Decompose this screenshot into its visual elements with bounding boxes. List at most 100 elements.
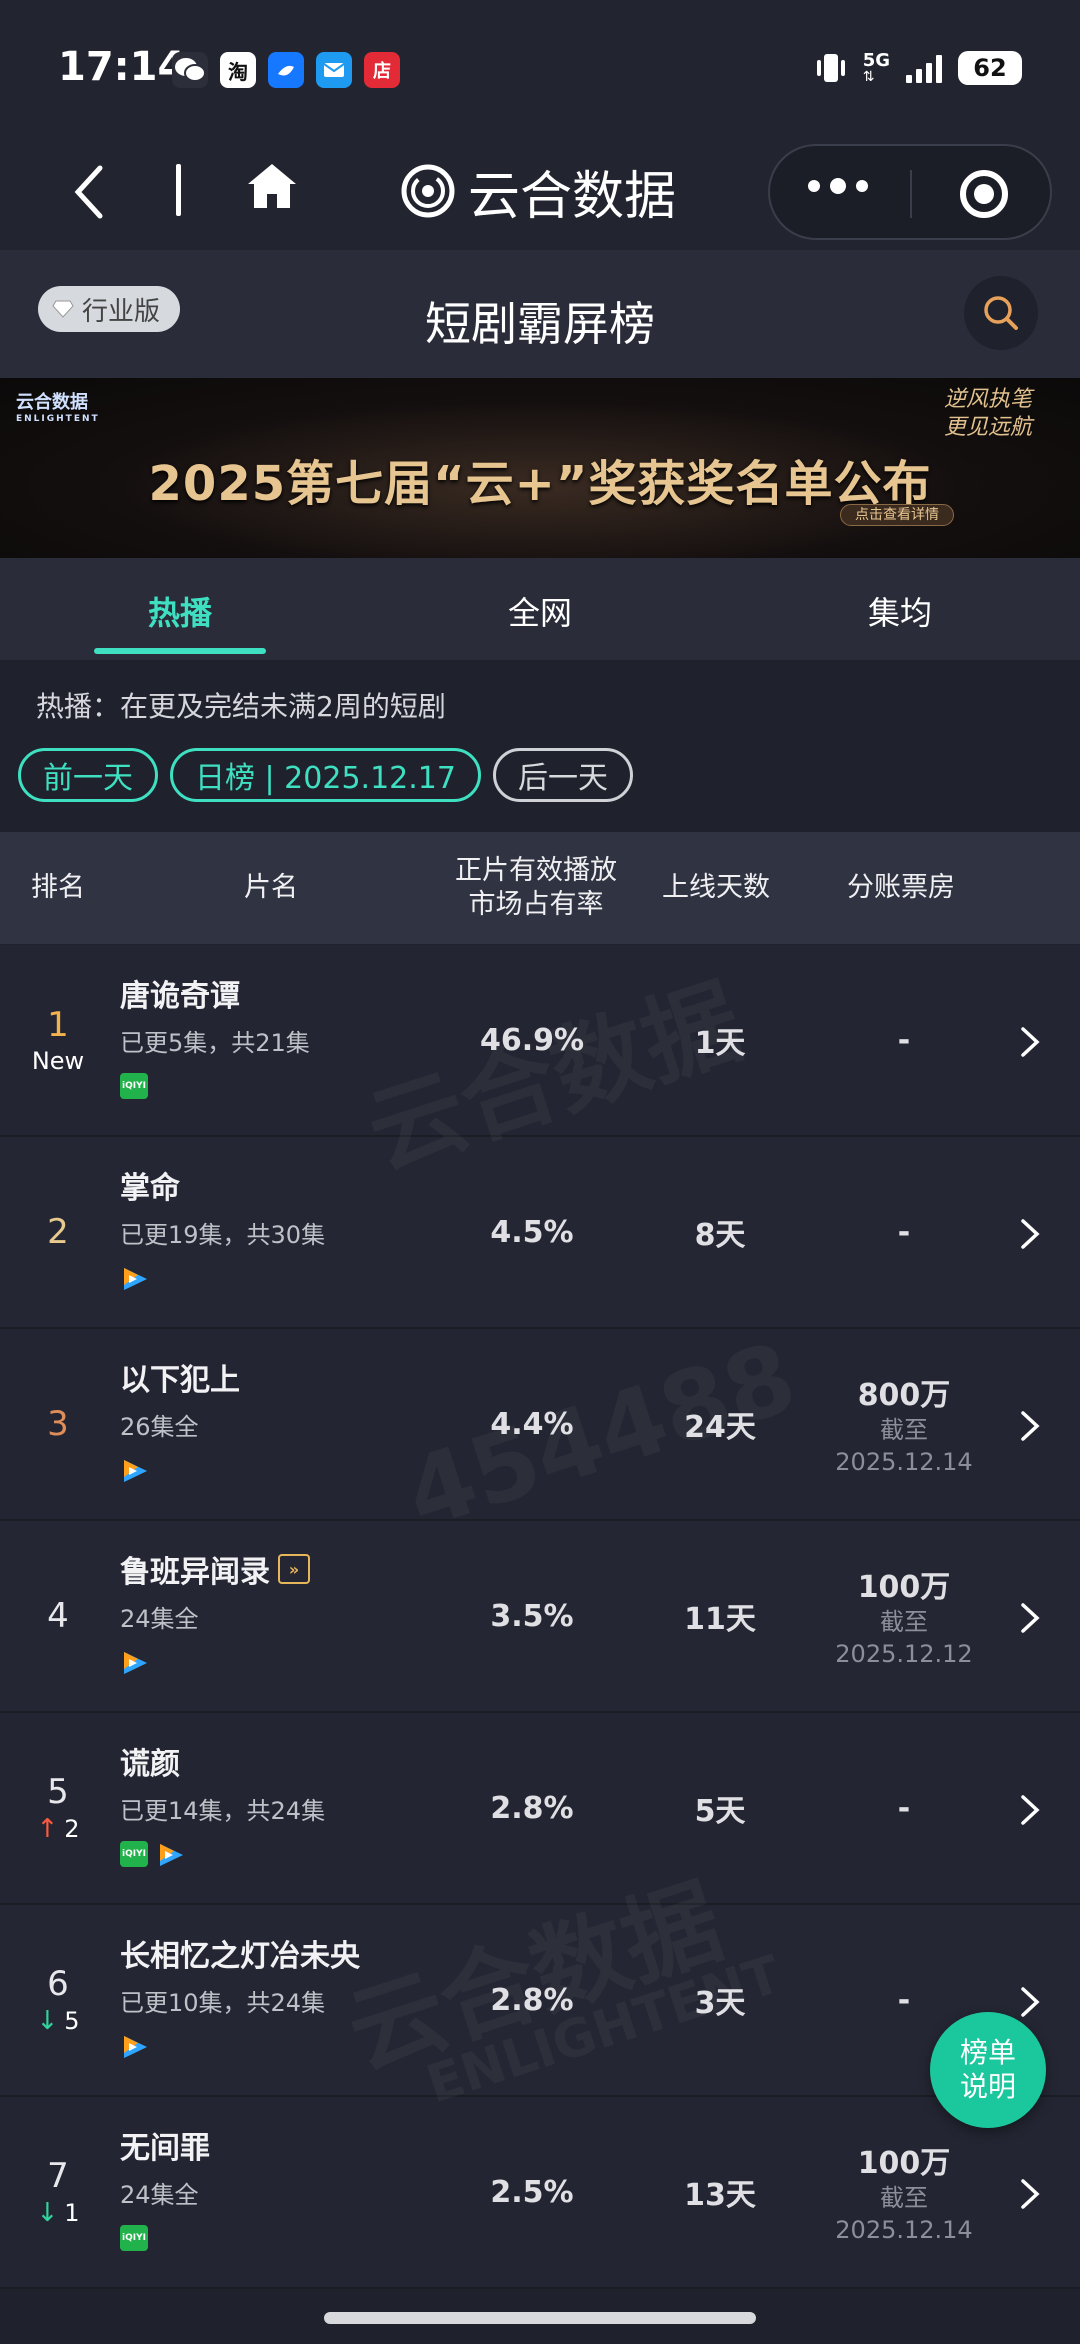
search-icon[interactable]: [964, 276, 1038, 350]
episode-info: 已更14集，共24集: [120, 1797, 326, 1825]
chevron-right-icon[interactable]: [1018, 1985, 1042, 2019]
prev-day-button[interactable]: 前一天: [18, 748, 158, 802]
market-share: 3.5%: [490, 1598, 574, 1634]
market-share: 4.5%: [490, 1214, 574, 1250]
rank-number: 7: [47, 2156, 69, 2196]
date-selector[interactable]: 日榜 | 2025.12.17: [170, 748, 481, 802]
platforms: [120, 1457, 150, 1485]
box-office-cell: 800万 截至 2025.12.14: [835, 1378, 973, 1476]
days-online: 11天: [684, 1602, 756, 1637]
badge-label: 行业版: [82, 296, 161, 327]
table-row[interactable]: 4 鲁班异闻录 » 24集全 3.5% 11天 100万 截至 2025.12.…: [0, 1521, 1080, 1713]
iqiyi-icon: iQIYI: [120, 1841, 148, 1867]
home-indicator[interactable]: [324, 2312, 756, 2324]
rank-change: ↓ 1: [36, 2198, 80, 2228]
rank-cell: 3: [0, 1329, 116, 1519]
tencent-video-icon: [124, 1268, 147, 1290]
drama-title: 长相忆之灯冶未央: [120, 1939, 360, 1974]
list-description: 热播：在更及完结未满2周的短剧: [36, 690, 446, 723]
shop-icon: 店: [364, 52, 400, 88]
close-miniprogram-icon[interactable]: [960, 170, 1008, 218]
rank-number: 5: [47, 1772, 69, 1812]
nav-title-text: 云合数据: [468, 166, 677, 227]
tencent-video-icon: [124, 1652, 147, 1674]
chevron-right-icon[interactable]: [1018, 2177, 1042, 2211]
platforms: [120, 1265, 150, 1293]
more-icon[interactable]: [808, 178, 868, 194]
tab-episode-average[interactable]: 集均: [720, 558, 1080, 660]
episode-info: 26集全: [120, 1413, 199, 1441]
taobao-icon: 淘: [220, 52, 256, 88]
rank-number: 3: [47, 1404, 69, 1444]
table-header: 排名 片名 正片有效播放 市场占有率 上线天数 分账票房: [0, 832, 1080, 944]
float-button-line2: 说明: [959, 2070, 1016, 2103]
chevron-right-icon[interactable]: [1018, 1409, 1042, 1443]
iqiyi-icon: iQIYI: [120, 1073, 148, 1099]
diamond-icon: [52, 300, 74, 318]
wechat-icon: [172, 52, 208, 88]
drama-title: 鲁班异闻录 »: [120, 1547, 310, 1591]
table-row[interactable]: 2 掌命 已更19集，共30集 4.5% 8天 -: [0, 1137, 1080, 1329]
tencent-video-icon: [124, 2036, 147, 2058]
platforms: [120, 1649, 150, 1677]
platforms: iQIYI: [120, 1841, 186, 1869]
iqiyi-icon: iQIYI: [120, 2225, 148, 2251]
banner-logo: 云合数据 ENLIGHTENT: [16, 392, 100, 424]
ranking-list: 1 New 唐诡奇谭 已更5集，共21集 iQIYI 46.9% 1天 - 2 …: [0, 945, 1080, 2289]
arrow-down-icon: ↓: [36, 2006, 59, 2036]
capsule-menu: [768, 144, 1052, 240]
ranking-explanation-button[interactable]: 榜单 说明: [930, 2012, 1046, 2128]
chevron-right-icon[interactable]: [1018, 1793, 1042, 1827]
rank-cell: 2: [0, 1137, 116, 1327]
tab-all-network[interactable]: 全网: [360, 558, 720, 660]
platforms: [120, 2033, 150, 2061]
market-share: 46.9%: [479, 1022, 585, 1058]
home-icon[interactable]: [244, 158, 300, 214]
box-office-cell: -: [897, 1790, 911, 1826]
status-bar: 17:14 淘 店 5G ⇅ 62: [0, 0, 1080, 140]
drama-title: 以下犯上: [120, 1363, 240, 1398]
col-box-office: 分账票房: [847, 872, 955, 903]
back-icon[interactable]: [70, 162, 110, 222]
rank-cell: 7 ↓ 1: [0, 2097, 116, 2287]
table-row[interactable]: 7 ↓ 1 无间罪 24集全 iQIYI 2.5% 13天 100万 截至 202…: [0, 2097, 1080, 2289]
drama-title: 谎颜: [120, 1747, 180, 1782]
chevron-right-icon[interactable]: [1018, 1217, 1042, 1251]
platforms: iQIYI: [120, 2225, 148, 2251]
industry-edition-badge[interactable]: 行业版: [38, 286, 181, 332]
tencent-video-icon: [124, 1460, 147, 1482]
table-row[interactable]: 3 以下犯上 26集全 4.4% 24天 800万 截至 2025.12.14: [0, 1329, 1080, 1521]
market-share: 2.5%: [490, 2174, 574, 2210]
days-online: 8天: [694, 1218, 746, 1253]
table-row[interactable]: 1 New 唐诡奇谭 已更5集，共21集 iQIYI 46.9% 1天 -: [0, 945, 1080, 1137]
exclusive-tag-icon: »: [278, 1554, 310, 1584]
banner-cta[interactable]: 点击查看详情: [840, 504, 954, 526]
float-button-line1: 榜单: [959, 2036, 1016, 2069]
next-day-button[interactable]: 后一天: [492, 748, 633, 802]
drama-title: 唐诡奇谭: [120, 979, 240, 1014]
promo-banner[interactable]: 云合数据 ENLIGHTENT 逆风执笔 更见远航 2025第七届“云+”奖获奖名单…: [0, 378, 1080, 558]
rank-cell: 5 ↑ 2: [0, 1713, 116, 1903]
chevron-right-icon[interactable]: [1018, 1601, 1042, 1635]
market-share: 2.8%: [490, 1790, 574, 1826]
vibrate-icon: [816, 54, 845, 82]
rank-cell: 4: [0, 1521, 116, 1711]
capsule-divider: [910, 170, 912, 218]
network-indicator: 5G ⇅: [862, 50, 890, 85]
clock: 17:14: [58, 44, 186, 90]
nav-title: 云合数据: [400, 156, 677, 227]
date-navigator: 前一天 日榜 | 2025.12.17 后一天: [18, 748, 633, 802]
table-row[interactable]: 6 ↓ 5 长相忆之灯冶未央 已更10集，共24集 2.8% 3天 -: [0, 1905, 1080, 2097]
episode-info: 24集全: [120, 2181, 199, 2209]
drama-title: 掌命: [120, 1171, 180, 1206]
rank-number: 6: [47, 1964, 69, 2004]
tab-hot[interactable]: 热播: [0, 558, 360, 660]
box-office-cell: -: [897, 1214, 911, 1250]
col-name: 片名: [244, 872, 298, 903]
chevron-right-icon[interactable]: [1018, 1025, 1042, 1059]
battery-indicator: 62: [958, 51, 1022, 85]
alipay-icon: [268, 52, 304, 88]
table-row[interactable]: 5 ↑ 2 谎颜 已更14集，共24集 iQIYI 2.8% 5天 -: [0, 1713, 1080, 1905]
platforms: iQIYI: [120, 1073, 148, 1099]
rank-cell: 6 ↓ 5: [0, 1905, 116, 2095]
